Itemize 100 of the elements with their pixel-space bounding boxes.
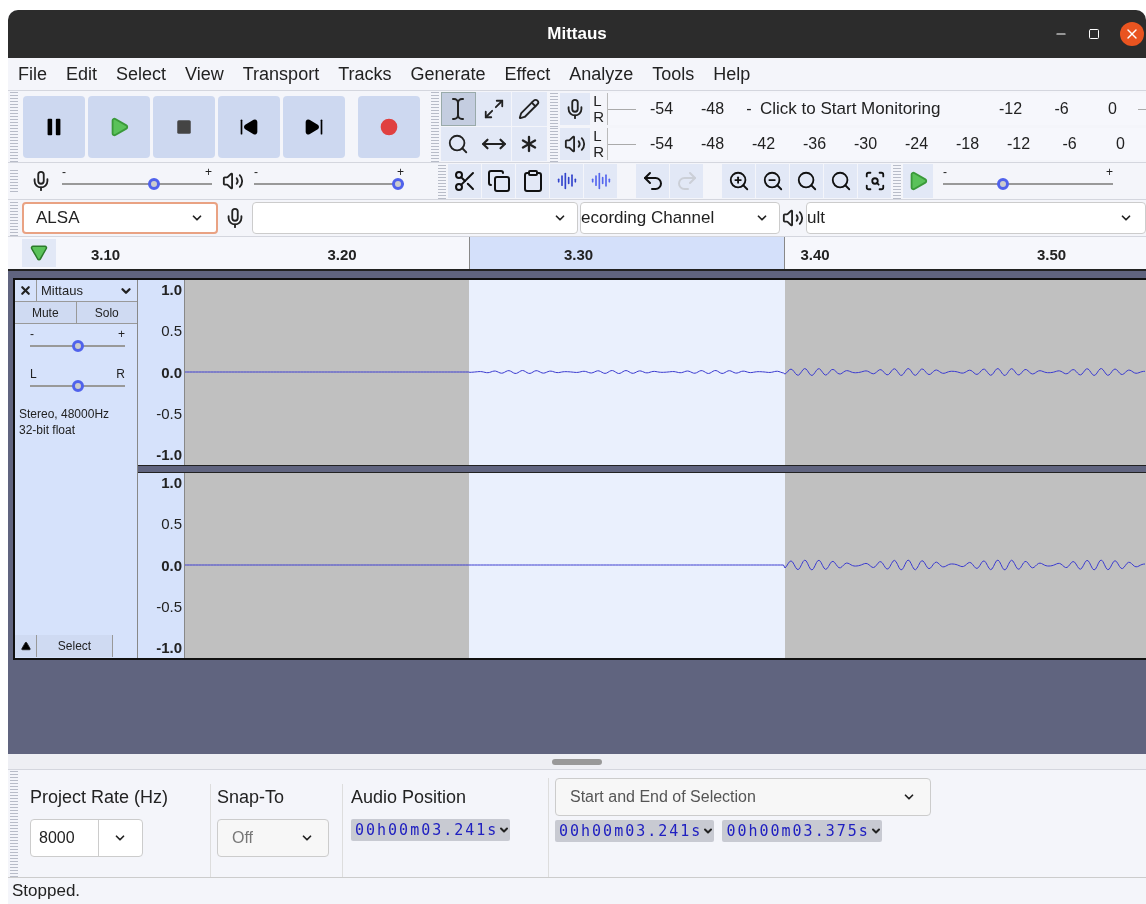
selection-mode-dropdown[interactable]: Start and End of Selection (555, 778, 931, 816)
recording-channels-dropdown[interactable]: ecording Channel (580, 202, 780, 234)
record-meter[interactable]: -54 -48 - Click to Start Monitoring -12 -6 0 (607, 92, 1146, 125)
skip-end-button[interactable] (283, 95, 345, 158)
scale-label: -0.5 (156, 597, 182, 616)
scissors-icon (452, 169, 477, 193)
select-tool[interactable] (440, 92, 476, 126)
toolbar-grip[interactable] (431, 91, 439, 162)
snap-to-dropdown[interactable]: Off (217, 819, 329, 857)
zoom-in-button[interactable] (722, 164, 755, 198)
menu-item[interactable]: Help (713, 60, 751, 88)
channel-label: L (593, 128, 603, 145)
menu-item[interactable]: Transport (242, 60, 320, 88)
fit-selection-icon (795, 170, 818, 192)
slider-thumb[interactable] (392, 178, 404, 190)
slider-thumb[interactable] (996, 178, 1009, 190)
silence-button[interactable] (584, 164, 617, 198)
timeshift-tool[interactable] (476, 127, 512, 161)
playback-meter-button[interactable] (560, 128, 591, 161)
audio-position-label: Audio Position (351, 786, 468, 809)
toolbar-grip[interactable] (10, 170, 18, 192)
toolbar-grip[interactable] (438, 163, 446, 199)
slider-min-label: L (30, 368, 37, 380)
fit-project-button[interactable] (824, 164, 857, 198)
copy-icon (486, 169, 511, 193)
toolbar-grip[interactable] (550, 126, 559, 162)
copy-button[interactable] (482, 164, 515, 198)
channel-label: R (593, 144, 604, 161)
cut-button[interactable] (448, 164, 481, 198)
multi-tool[interactable] (511, 127, 547, 161)
play-head-button[interactable] (22, 239, 56, 267)
stop-button[interactable] (153, 95, 215, 158)
menu-item[interactable]: Tools (652, 60, 695, 88)
silence-audio-icon (590, 171, 611, 191)
scrollbar-thumb[interactable] (552, 758, 602, 765)
maximize-icon[interactable] (1088, 28, 1100, 40)
close-button[interactable] (1120, 22, 1144, 46)
record-icon (379, 116, 399, 137)
scale-label: -0.5 (156, 404, 182, 423)
skip-start-button[interactable] (218, 95, 280, 158)
solo-button[interactable]: Solo (76, 302, 137, 323)
play-at-speed-button[interactable] (903, 164, 933, 198)
menu-item[interactable]: File (18, 60, 47, 88)
collapse-button[interactable] (15, 635, 37, 657)
audio-host-dropdown[interactable]: ALSA (22, 202, 218, 234)
toolbar-grip[interactable] (893, 163, 901, 199)
select-track-button[interactable]: Select (37, 635, 113, 657)
speaker-icon (222, 170, 244, 192)
menu-item[interactable]: Edit (66, 60, 98, 88)
trim-audio-icon (556, 171, 577, 191)
slider-thumb[interactable] (71, 380, 84, 392)
record-meter-button[interactable] (560, 92, 591, 125)
toolbar-grip[interactable] (10, 91, 18, 162)
track-info-text: 32-bit float (19, 422, 77, 438)
zoom-out-button[interactable] (756, 164, 789, 198)
zoom-tool[interactable] (440, 127, 476, 161)
slider-thumb[interactable] (147, 178, 160, 190)
menu-item[interactable]: Select (116, 60, 167, 88)
time-field[interactable]: 00h00m03.241s (351, 819, 511, 841)
time-field[interactable]: 00h00m03.375s (722, 820, 882, 842)
slider-max-label: R (116, 368, 125, 380)
paste-button[interactable] (516, 164, 549, 198)
playback-meter[interactable]: -54 -48 -42 -36 -30 -24 -18 -12 -6 0 (607, 128, 1146, 161)
ruler-label: 3.30 (564, 245, 595, 265)
menu-item[interactable]: Tracks (338, 60, 392, 88)
track-name-menu[interactable]: Mittaus (37, 280, 137, 301)
toolbar-grip[interactable] (10, 200, 18, 236)
menu-item[interactable]: Analyze (569, 60, 634, 88)
menu-item[interactable]: Effect (504, 60, 551, 88)
menu-item[interactable]: View (185, 60, 224, 88)
mute-button[interactable]: Mute (15, 302, 77, 323)
undo-button[interactable] (636, 164, 669, 198)
toolbar-grip[interactable] (550, 91, 559, 127)
record-button[interactable] (358, 95, 420, 158)
envelope-tool[interactable] (476, 92, 512, 126)
horizontal-scrollbar[interactable] (8, 754, 1146, 769)
zoom-toggle-button[interactable] (858, 164, 891, 198)
project-rate-dropdown[interactable]: 8000 (30, 819, 143, 857)
scale-label: -1.0 (156, 639, 182, 657)
trim-button[interactable] (550, 164, 583, 198)
timeline-ruler[interactable]: 3.10 3.20 3.30 3.40 3.50 (8, 236, 1146, 271)
zoom-toggle-icon (863, 170, 886, 192)
playback-device-dropdown[interactable]: ult (806, 202, 1146, 234)
project-rate-label: Project Rate (Hz) (30, 786, 170, 809)
slider-thumb[interactable] (71, 340, 84, 352)
channel-label: L (593, 92, 603, 109)
snap-to-label: Snap-To (217, 786, 286, 809)
time-field[interactable]: 00h00m03.241s (555, 820, 715, 842)
toolbar-grip[interactable] (10, 770, 18, 877)
draw-tool[interactable] (511, 92, 547, 126)
scale-label: 0.0 (161, 363, 182, 382)
pause-button[interactable] (23, 95, 85, 158)
fit-selection-button[interactable] (790, 164, 823, 198)
ruler-label: 3.40 (800, 245, 831, 265)
menu-item[interactable]: Generate (410, 60, 486, 88)
zoom-in-icon (727, 170, 750, 192)
fit-project-icon (829, 170, 852, 192)
scale-label: 0.5 (161, 515, 182, 534)
track-info-text: Stereo, 48000Hz (19, 406, 111, 422)
scale-label: 1.0 (161, 281, 182, 299)
